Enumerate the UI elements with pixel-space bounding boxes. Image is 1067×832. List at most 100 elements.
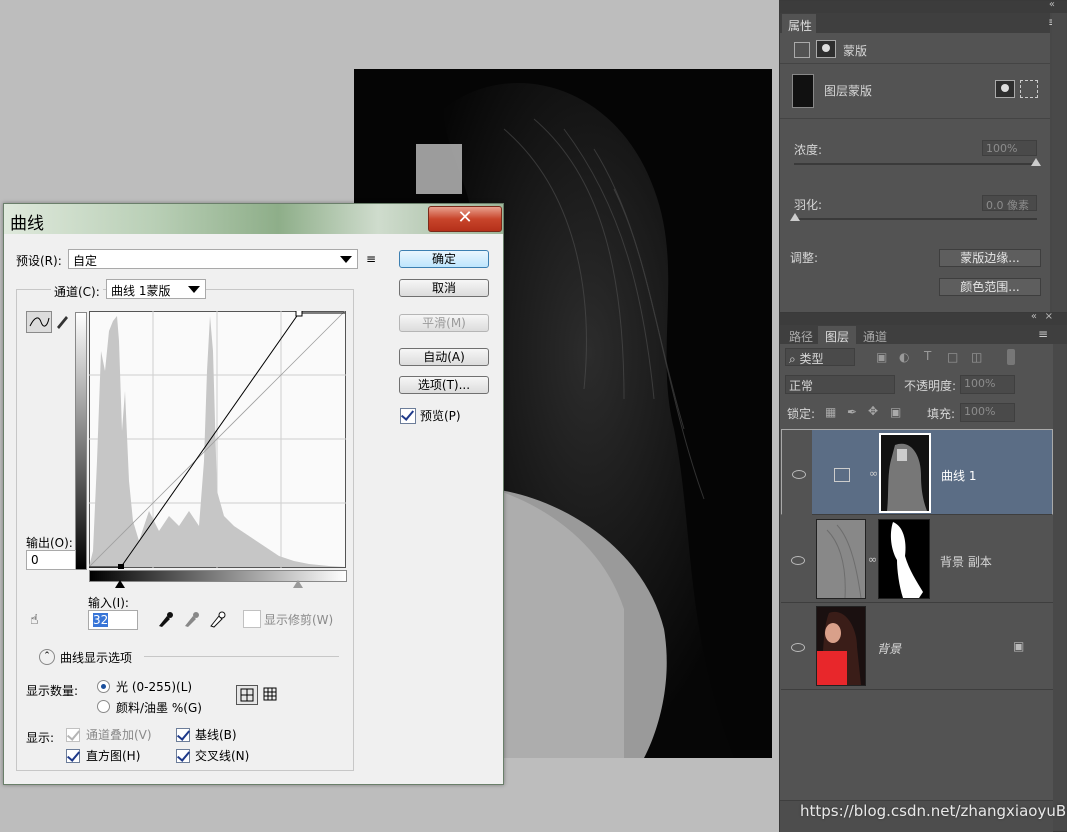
channel-select[interactable]: 曲线 1蒙版: [106, 279, 206, 299]
mask-edge-button[interactable]: 蒙版边缘...: [939, 249, 1041, 267]
color-range-button[interactable]: 颜色范围...: [939, 278, 1041, 296]
tab-layers[interactable]: 图层: [818, 326, 856, 344]
hand-tool-icon[interactable]: ☝: [30, 612, 39, 628]
filter-toggle[interactable]: [1007, 349, 1015, 365]
link-icon[interactable]: ∞: [869, 467, 878, 480]
auto-button[interactable]: 自动(A): [399, 348, 489, 366]
channel-value: 曲线 1蒙版: [111, 284, 171, 298]
close-button[interactable]: ✕: [428, 206, 502, 232]
output-field[interactable]: 0: [26, 550, 76, 570]
gray-eyedropper-icon[interactable]: [185, 612, 199, 627]
simple-grid-button[interactable]: [236, 685, 258, 705]
preset-select[interactable]: 自定: [68, 249, 358, 269]
pigment-label: 颜料/油墨 %(G): [116, 701, 202, 715]
dialog-title: 曲线: [10, 214, 44, 234]
mask-title: 蒙版: [843, 44, 868, 58]
properties-tabbar: 属性: [780, 13, 1050, 33]
layer-thumbnail: [816, 519, 866, 599]
collapse-toggle-icon[interactable]: ⌃: [39, 649, 55, 665]
filter-smart-icon[interactable]: ◫: [971, 350, 982, 364]
lock-move-icon[interactable]: ✥: [868, 404, 878, 418]
tab-paths[interactable]: 路径: [789, 328, 813, 345]
pencil-tool[interactable]: [54, 312, 70, 330]
tab-channels[interactable]: 通道: [863, 328, 887, 345]
visibility-eye-icon[interactable]: [791, 556, 805, 565]
curve-point-white[interactable]: [295, 311, 303, 317]
properties-scrollbar[interactable]: [1052, 13, 1066, 313]
divider: [144, 656, 339, 657]
black-point-slider[interactable]: [115, 580, 125, 588]
output-value: 0: [31, 553, 39, 567]
filter-shape-icon[interactable]: □: [947, 350, 958, 364]
close-icon[interactable]: ×: [1045, 311, 1053, 322]
preview-checkbox[interactable]: [400, 408, 416, 424]
ok-button[interactable]: 确定: [399, 250, 489, 268]
grid-10-icon: [263, 687, 277, 701]
opacity-field[interactable]: 100%: [960, 375, 1015, 394]
mask-thumbnail[interactable]: [879, 433, 931, 513]
curves-adjust-icon[interactable]: [794, 42, 810, 58]
filter-image-icon[interactable]: ▣: [876, 350, 887, 364]
layers-panel: « × 路径 图层 通道 ≡ ⌕ 类型 ▣ ◐ T □ ◫ 正常 不透明度: 1…: [779, 311, 1067, 832]
grid-4-icon: [240, 688, 254, 702]
pigment-radio[interactable]: [97, 700, 110, 713]
panel-header: «: [780, 0, 1067, 13]
lock-all-icon[interactable]: ▣: [890, 405, 901, 419]
curves-dialog: 曲线 ✕ 预设(R): 自定 ≡ 通道(C): 曲线 1蒙版 输出(O): 0 …: [3, 203, 504, 785]
lock-transparent-icon[interactable]: ▦: [825, 405, 836, 419]
density-field[interactable]: 100%: [982, 140, 1037, 156]
collapse-icon[interactable]: «: [1049, 0, 1055, 10]
density-slider[interactable]: [794, 163, 1037, 165]
intersection-checkbox[interactable]: [176, 749, 190, 763]
curve-graph[interactable]: [89, 311, 346, 569]
layer-name: 曲线 1: [941, 469, 977, 483]
filter-text-icon[interactable]: T: [924, 349, 931, 363]
pixel-mask-button[interactable]: [995, 80, 1015, 98]
mask-thumbnail[interactable]: [878, 519, 930, 599]
feather-slider[interactable]: [794, 218, 1037, 220]
lock-brush-icon[interactable]: ✒: [847, 405, 857, 419]
link-icon[interactable]: ∞: [868, 553, 877, 566]
chevron-down-icon: [340, 256, 352, 263]
blend-mode-select[interactable]: 正常: [785, 375, 895, 394]
detailed-grid-button[interactable]: [261, 685, 279, 703]
options-button[interactable]: 选项(T)...: [399, 376, 489, 394]
layer-row-background-copy[interactable]: ∞ 背景 副本: [781, 516, 1053, 603]
fill-field[interactable]: 100%: [960, 403, 1015, 422]
input-field[interactable]: 32: [88, 610, 138, 630]
collapse-icon[interactable]: «: [1031, 311, 1037, 322]
visibility-eye-icon[interactable]: [792, 470, 806, 479]
cancel-button[interactable]: 取消: [399, 279, 489, 297]
filter-adjust-icon[interactable]: ◐: [899, 350, 909, 364]
feather-field[interactable]: 0.0 像素: [982, 195, 1037, 212]
visibility-eye-icon[interactable]: [791, 643, 805, 652]
adjust-label: 调整:: [790, 251, 819, 265]
panel-menu-icon[interactable]: ≡: [1038, 327, 1048, 341]
baseline-checkbox[interactable]: [176, 728, 190, 742]
density-thumb[interactable]: [1031, 158, 1041, 166]
black-eyedropper-icon[interactable]: [159, 612, 173, 627]
feather-thumb[interactable]: [790, 213, 800, 221]
feather-label: 羽化:: [794, 198, 823, 212]
dialog-titlebar[interactable]: 曲线 ✕: [4, 204, 503, 234]
layers-scrollbar[interactable]: [1053, 344, 1066, 831]
smooth-button[interactable]: 平滑(M): [399, 314, 489, 332]
tab-properties[interactable]: 属性: [782, 14, 816, 33]
watermark: https://blog.csdn.net/zhangxiaoyuBK: [800, 802, 1067, 820]
curve-edit-tool[interactable]: [26, 311, 52, 333]
white-eyedropper-icon[interactable]: [210, 611, 226, 628]
channel-overlay-label: 通道叠加(V): [86, 728, 152, 742]
layer-row-curves[interactable]: ∞ 曲线 1: [781, 429, 1053, 516]
show-clipping-checkbox[interactable]: [243, 610, 261, 628]
histogram-label: 直方图(H): [86, 749, 141, 763]
light-radio[interactable]: [97, 680, 110, 693]
vector-mask-icon[interactable]: [1020, 80, 1038, 98]
preset-options-icon[interactable]: ≡: [366, 252, 376, 266]
white-point-slider[interactable]: [293, 580, 303, 588]
channel-overlay-checkbox[interactable]: [66, 728, 80, 742]
mask-icon[interactable]: [816, 40, 836, 58]
curve-point-black[interactable]: [118, 564, 124, 569]
layer-row-background[interactable]: 背景 ▣: [781, 603, 1053, 690]
histogram-checkbox[interactable]: [66, 749, 80, 763]
filter-kind-select[interactable]: ⌕ 类型: [785, 348, 855, 366]
